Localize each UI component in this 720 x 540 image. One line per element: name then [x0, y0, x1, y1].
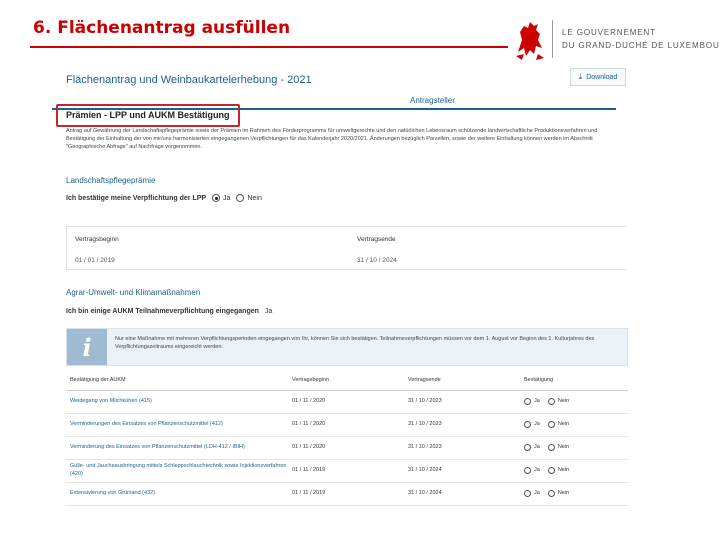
download-button[interactable]: ⤓ Download	[570, 68, 626, 86]
radio-yes-label: Ja	[534, 443, 540, 450]
measure-confirm: Ja Nein	[520, 482, 628, 506]
radio-no-label: Nein	[557, 397, 570, 404]
radio-empty-icon	[547, 397, 555, 405]
radio-no[interactable]: Nein	[547, 489, 570, 497]
government-name-line2: DU GRAND-DUCHÉ DE LUXEMBOURG	[562, 41, 720, 50]
info-box: i Nur eine Maßnahme mit mehreren Verpfli…	[66, 328, 628, 366]
col-header-name: Bestätigung der AUKM	[66, 370, 288, 391]
tab-antragsteller[interactable]: Antragsteller	[410, 96, 455, 105]
radio-no-label: Nein	[557, 489, 570, 496]
radio-empty-icon	[547, 489, 555, 497]
measure-name: Verminderungen des Einsatzes von Pflanze…	[66, 413, 288, 437]
info-icon: i	[67, 329, 107, 365]
form-screenshot: Flächenantrag und Weinbaukartelerhebung …	[52, 62, 632, 522]
radio-no-label: Nein	[557, 466, 570, 473]
radio-empty-icon	[547, 443, 555, 451]
measure-begin: 01 / 11 / 2020	[288, 436, 404, 460]
radio-selected-icon	[212, 194, 221, 202]
table-row: Gülle- und Jaucheausbringung mittels Sch…	[66, 459, 628, 483]
info-text: Nur eine Maßnahme mit mehreren Verpflich…	[115, 336, 595, 351]
aukm-table: Bestätigung der AUKM Vertragsbeginn Vert…	[66, 370, 628, 506]
measure-end: 31 / 10 / 2023	[404, 436, 520, 460]
radio-yes[interactable]: Ja	[524, 444, 540, 451]
measure-begin: 01 / 11 / 2019	[288, 482, 404, 506]
form-title: Flächenantrag und Weinbaukartelerhebung …	[66, 74, 312, 86]
col-header-confirm: Bestätigung	[520, 370, 628, 391]
radio-no-label: Nein	[557, 443, 570, 450]
radio-no[interactable]: Nein	[547, 443, 570, 451]
lpp-end-label: Vertragsende	[357, 236, 396, 243]
title-divider	[30, 46, 508, 48]
measure-end: 31 / 10 / 2023	[404, 413, 520, 437]
measure-begin: 01 / 11 / 2019	[288, 459, 404, 483]
measure-name: Verminderung des Einsatzes von Pflanzens…	[66, 436, 288, 460]
radio-empty-icon	[524, 443, 531, 451]
measure-begin: 01 / 11 / 2020	[288, 413, 404, 437]
radio-yes-label: Ja	[534, 420, 540, 427]
radio-empty-icon	[524, 420, 531, 428]
radio-yes[interactable]: Ja	[524, 467, 540, 474]
slide-title: 6. Flächenantrag ausfüllen	[33, 18, 291, 38]
measure-end: 31 / 10 / 2024	[404, 459, 520, 483]
radio-empty-icon	[547, 420, 555, 428]
radio-yes-label: Ja	[534, 489, 540, 496]
aukm-confirm-label: Ich bin einige AUKM Teilnahmeverpflichtu…	[66, 308, 259, 315]
lpp-begin-label: Vertragsbeginn	[75, 236, 119, 243]
table-row: Verminderung des Einsatzes von Pflanzens…	[66, 436, 628, 460]
measure-confirm: Ja Nein	[520, 390, 628, 414]
radio-empty-icon	[524, 489, 531, 497]
measure-name: Extensivierung von Grünland (432)	[66, 482, 288, 506]
lpp-confirm-label: Ich bestätige meine Verpflichtung der LP…	[66, 194, 207, 202]
highlight-box	[56, 104, 240, 127]
download-label: Download	[586, 73, 618, 81]
radio-yes[interactable]: Ja	[524, 421, 540, 428]
col-header-begin: Vertragsbeginn	[288, 370, 404, 391]
lpp-radio-no[interactable]: Nein	[236, 194, 262, 202]
col-header-end: Vertragsende	[404, 370, 520, 391]
aukm-confirm-value-label: Ja	[264, 308, 273, 315]
radio-yes-label: Ja	[534, 466, 540, 473]
lpp-heading: Landschaftspflegeprämie	[66, 176, 156, 185]
measure-confirm: Ja Nein	[520, 459, 628, 483]
lpp-begin-value: 01 / 01 / 2019	[75, 257, 115, 264]
measure-name: Gülle- und Jaucheausbringung mittels Sch…	[66, 459, 288, 483]
measure-name: Weidegang von Milchkühen (415)	[66, 390, 288, 414]
measure-confirm: Ja Nein	[520, 436, 628, 460]
radio-no[interactable]: Nein	[547, 466, 570, 474]
radio-empty-icon	[236, 194, 245, 202]
radio-yes[interactable]: Ja	[524, 398, 540, 405]
table-row: Extensivierung von Grünland (432) 01 / 1…	[66, 482, 628, 506]
measure-end: 31 / 10 / 2023	[404, 390, 520, 414]
radio-no-label: Nein	[247, 194, 262, 202]
radio-no-label: Nein	[557, 420, 570, 427]
radio-yes-label: Ja	[534, 397, 540, 404]
measure-begin: 01 / 11 / 2020	[288, 390, 404, 414]
lpp-confirm-row: Ich bestätige meine Verpflichtung der LP…	[66, 194, 262, 202]
table-header-row: Bestätigung der AUKM Vertragsbeginn Vert…	[66, 370, 628, 391]
measure-confirm: Ja Nein	[520, 413, 628, 437]
radio-yes[interactable]: Ja	[524, 490, 540, 497]
lpp-contract-box: Vertragsbeginn Vertragsende 01 / 01 / 20…	[66, 226, 626, 270]
radio-yes-label: Ja	[223, 194, 231, 202]
table-row: Weidegang von Milchkühen (415) 01 / 11 /…	[66, 390, 628, 414]
lpp-end-value: 31 / 10 / 2024	[357, 257, 397, 264]
radio-empty-icon	[524, 466, 531, 474]
radio-empty-icon	[547, 466, 555, 474]
radio-empty-icon	[524, 397, 531, 405]
aukm-confirm-row: Ich bin einige AUKM Teilnahmeverpflichtu…	[66, 308, 272, 315]
aukm-heading: Agrar-Umwelt- und Klimamaßnahmen	[66, 288, 201, 297]
measure-end: 31 / 10 / 2024	[404, 482, 520, 506]
intro-text: Antrag auf Gewährung der Landschaftspfle…	[66, 128, 598, 150]
gov-separator	[552, 20, 553, 58]
luxembourg-lion-crest-icon	[516, 22, 544, 60]
download-icon: ⤓	[578, 72, 583, 81]
government-name-line1: LE GOUVERNEMENT	[562, 28, 656, 37]
table-row: Verminderungen des Einsatzes von Pflanze…	[66, 413, 628, 437]
aukm-confirm-value[interactable]: Ja	[265, 308, 272, 315]
radio-no[interactable]: Nein	[547, 397, 570, 405]
radio-no[interactable]: Nein	[547, 420, 570, 428]
lpp-radio-yes[interactable]: Ja	[212, 194, 230, 202]
